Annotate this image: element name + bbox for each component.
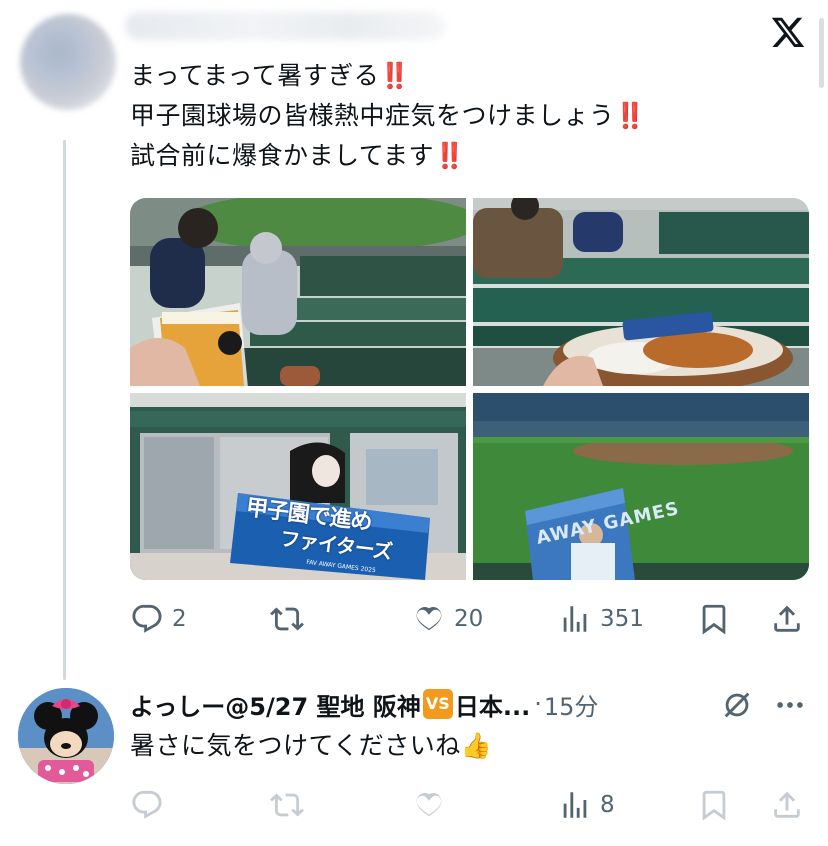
- tweet-line-3: 試合前に爆食かましてます‼️: [130, 141, 465, 170]
- face-blur-sticker: [312, 455, 340, 487]
- x-logo-icon[interactable]: [770, 14, 806, 50]
- tweet-line-2: 甲子園球場の皆様熱中症気をつけましょう‼️: [130, 101, 646, 130]
- scrollbar-thumb[interactable]: [819, 18, 824, 88]
- tweet-line-1: まってまって暑すぎる‼️: [130, 61, 410, 90]
- double-exclamation-emoji: ‼️: [379, 61, 410, 90]
- like-button[interactable]: 20: [412, 596, 483, 642]
- photo-stadium-curry[interactable]: [473, 198, 809, 386]
- double-exclamation-emoji: ‼️: [434, 141, 465, 170]
- like-icon: [416, 792, 442, 817]
- reply-view-count: 8: [600, 792, 615, 818]
- reply-like-button[interactable]: [412, 782, 446, 828]
- like-icon: [416, 606, 442, 631]
- reply-action-bar: 8: [130, 782, 810, 828]
- reply-timestamp[interactable]: 15分: [544, 687, 599, 722]
- reply-icon: [132, 604, 162, 633]
- share-icon: [774, 791, 800, 818]
- reply-tweet[interactable]: よっしー@5/27 聖地 阪神 VS 日本... · 15分 暑さに気をつけてく…: [0, 680, 828, 846]
- author-avatar[interactable]: [20, 14, 116, 110]
- share-icon: [774, 605, 800, 632]
- share-button[interactable]: [770, 596, 804, 642]
- photo-field-poster[interactable]: AWAY GAMES: [473, 393, 809, 580]
- vs-emoji-badge: VS: [422, 689, 453, 719]
- photo-fighters-banner[interactable]: 甲子園で進め ファイターズ FAV AWAY GAMES 2025: [130, 393, 466, 580]
- tweet-text: まってまって暑すぎる‼️ 甲子園球場の皆様熱中症気をつけましょう‼️ 試合前に爆…: [130, 56, 780, 176]
- like-count: 20: [454, 606, 484, 632]
- reply-display-name[interactable]: よっしー@5/27 聖地 阪神: [130, 687, 421, 722]
- views-icon: [563, 792, 587, 818]
- reply-avatar[interactable]: [18, 688, 114, 784]
- photo-stadium-beer[interactable]: [130, 198, 466, 386]
- reply-separator: ·: [534, 690, 542, 718]
- retweet-icon: [270, 793, 304, 817]
- thread-connector-line: [63, 140, 66, 680]
- mute-icon[interactable]: [720, 688, 754, 722]
- reply-retweet-button[interactable]: [270, 782, 304, 828]
- retweet-icon: [270, 607, 304, 631]
- reply-header: よっしー@5/27 聖地 阪神 VS 日本... · 15分: [130, 684, 598, 724]
- reply-icon: [132, 790, 162, 819]
- views-icon: [563, 606, 587, 632]
- reply-text: 暑さに気をつけてくださいね👍: [130, 731, 493, 760]
- more-icon[interactable]: [773, 690, 807, 720]
- author-name-blurred: [125, 12, 445, 40]
- reply-display-name-tail[interactable]: 日本...: [455, 687, 530, 722]
- retweet-button[interactable]: [270, 596, 312, 642]
- media-grid: 甲子園で進め ファイターズ FAV AWAY GAMES 2025 AWAY G…: [130, 198, 809, 580]
- reply-views-button[interactable]: 8: [558, 782, 615, 828]
- reply-reply-button[interactable]: [130, 782, 164, 828]
- views-button[interactable]: 351: [558, 596, 644, 642]
- reply-count: 2: [172, 606, 187, 632]
- double-exclamation-emoji: ‼️: [614, 101, 646, 130]
- tweet-action-bar: 2 20 351: [130, 596, 810, 642]
- reply-share-button[interactable]: [770, 782, 804, 828]
- bookmark-icon: [702, 604, 726, 635]
- bookmark-icon: [702, 790, 726, 821]
- bookmark-button[interactable]: [697, 596, 731, 642]
- view-count: 351: [600, 606, 644, 632]
- reply-button[interactable]: 2: [130, 596, 187, 642]
- reply-bookmark-button[interactable]: [697, 782, 731, 828]
